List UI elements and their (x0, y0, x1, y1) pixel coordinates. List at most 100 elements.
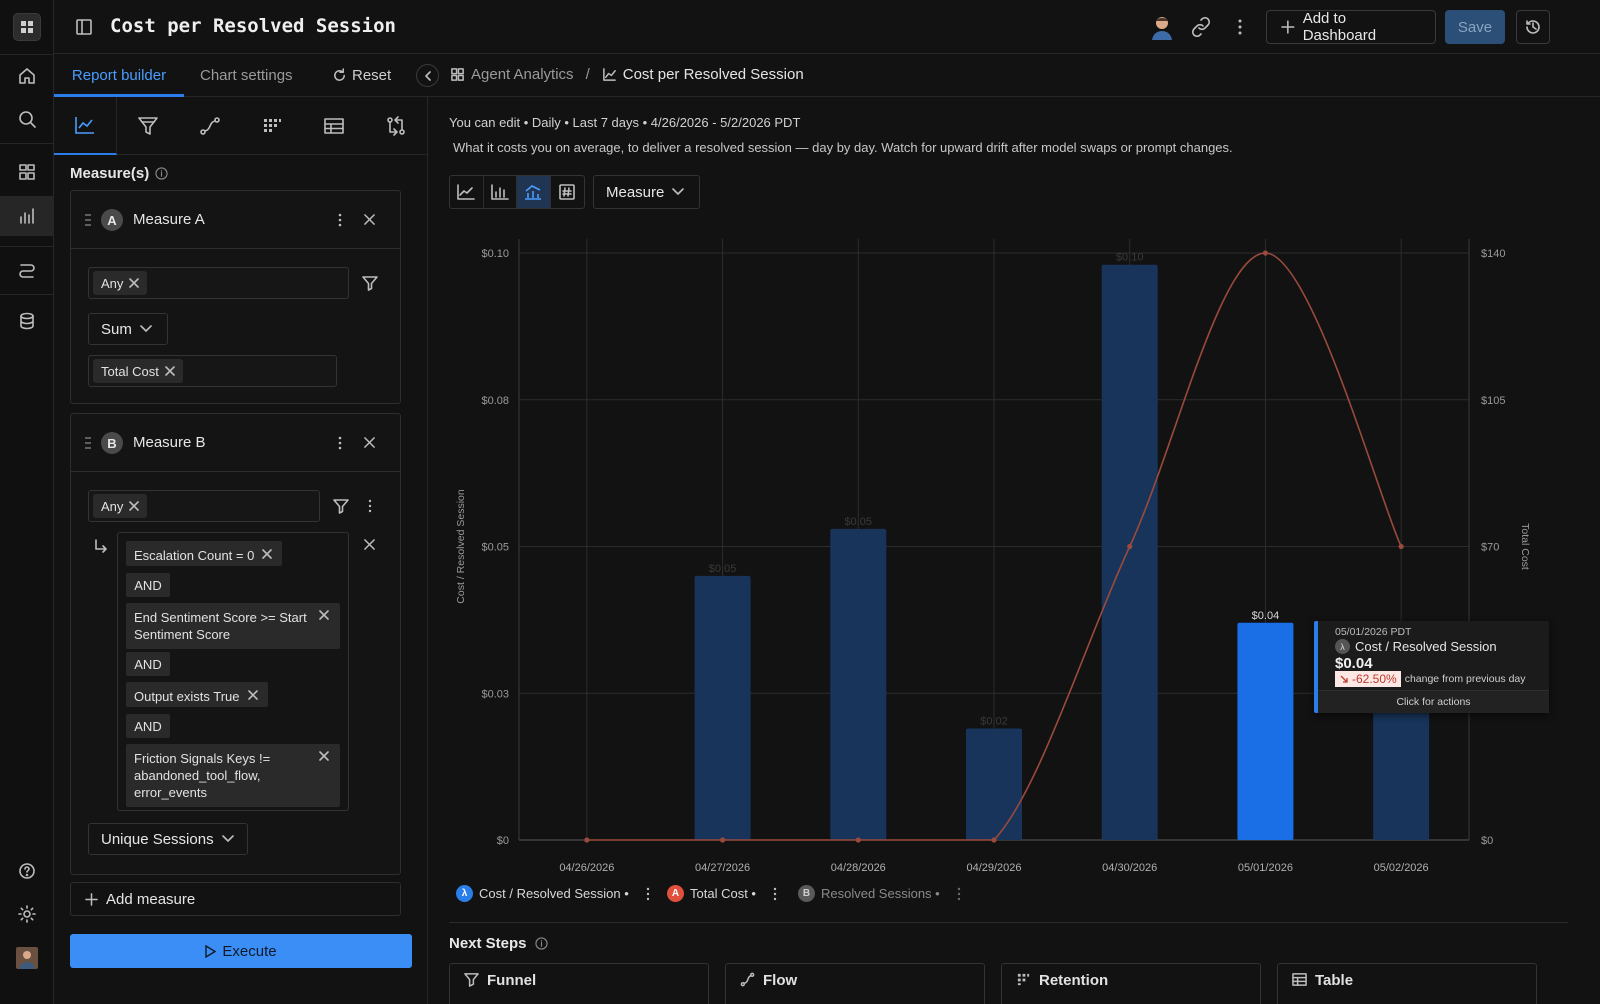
tab-report-builder[interactable]: Report builder (54, 54, 184, 97)
breadcrumb-parent[interactable]: Agent Analytics (471, 66, 574, 83)
more-options-icon[interactable] (1234, 17, 1246, 37)
bar-data-label: $0.05 (845, 516, 873, 528)
user-avatar[interactable] (7, 938, 47, 978)
next-step-funnel[interactable]: Funnel (449, 963, 709, 1004)
funnel-tool-button[interactable] (117, 97, 179, 155)
measure-dropdown[interactable]: Measure (593, 175, 700, 209)
chart-tooltip[interactable]: 05/01/2026 PDT λ Cost / Resolved Session… (1314, 621, 1549, 713)
flows-icon[interactable] (7, 249, 47, 289)
remove-chip-icon[interactable] (165, 366, 175, 376)
bar-data-label: $0.04 (1252, 610, 1280, 622)
tooltip-action[interactable]: Click for actions (1318, 690, 1549, 713)
legend-more-icon[interactable] (956, 887, 962, 901)
combo-chart[interactable]: $0 $0.03 $0.05 $0.08 $0.10 $0 $70 $105 $140 Cost … (429, 227, 1600, 887)
x-tick-label: 04/27/2026 (695, 862, 750, 874)
insights-tool-button[interactable] (54, 97, 117, 155)
total-cost-point (584, 837, 590, 843)
remove-chip-icon[interactable] (129, 501, 140, 511)
add-to-dashboard-button[interactable]: Add to Dashboard (1266, 10, 1436, 44)
lambda-icon: λ (456, 885, 473, 902)
save-button[interactable]: Save (1445, 10, 1505, 44)
app-logo-icon[interactable] (13, 13, 41, 41)
lambda-icon: λ (1335, 639, 1350, 654)
next-step-retention[interactable]: Retention (1001, 963, 1261, 1004)
tab-chart-settings[interactable]: Chart settings (200, 54, 293, 97)
legend-more-icon[interactable] (645, 887, 651, 901)
remove-condition-icon[interactable] (319, 751, 329, 761)
bar-data-label: $0.05 (709, 563, 737, 575)
x-tick-label: 04/29/2026 (966, 862, 1021, 874)
remove-chip-icon[interactable] (129, 278, 140, 288)
legend-item-cost-per-session[interactable]: λ Cost / Resolved Session • (456, 885, 651, 902)
measure-a-property-field[interactable]: Total Cost (88, 355, 337, 387)
and-operator[interactable]: AND (126, 714, 170, 738)
history-button[interactable] (1516, 10, 1550, 44)
filter-condition[interactable]: Escalation Count = 0 (126, 541, 283, 566)
measure-a-aggregation-dropdown[interactable]: Sum (88, 313, 168, 345)
total-cost-point (719, 837, 726, 843)
add-measure-button[interactable]: Add measure (70, 882, 401, 916)
filter-condition[interactable]: End Sentiment Score >= Start Sentiment S… (126, 603, 340, 649)
line-style-button[interactable] (450, 176, 484, 208)
compare-tool-button[interactable] (365, 97, 427, 155)
flow-tool-button[interactable] (179, 97, 241, 155)
remove-condition-icon[interactable] (248, 690, 258, 700)
settings-gear-icon[interactable] (7, 894, 47, 934)
change-badge: -62.50% (1335, 671, 1401, 687)
measure-b-more-icon[interactable] (337, 435, 343, 451)
retention-tool-button[interactable] (241, 97, 303, 155)
report-description: What it costs you on average, to deliver… (453, 140, 1233, 155)
dashboard-grid-icon (451, 68, 464, 81)
measure-a-more-icon[interactable] (337, 212, 343, 228)
bar-style-button[interactable] (484, 176, 517, 208)
y-left-tick-label: $0.08 (481, 395, 509, 407)
measure-a-name[interactable]: Measure A (133, 211, 205, 228)
filter-icon[interactable] (362, 276, 378, 291)
reset-button[interactable]: Reset (332, 54, 391, 97)
legend-item-total-cost[interactable]: A Total Cost • (667, 885, 778, 902)
reset-icon (334, 68, 345, 81)
search-icon[interactable] (7, 99, 47, 139)
measure-b-name[interactable]: Measure B (133, 434, 206, 451)
remove-filter-group-icon[interactable] (363, 538, 376, 551)
combo-style-button[interactable] (517, 176, 551, 208)
collapse-panel-button[interactable] (416, 64, 439, 87)
event-more-icon[interactable] (367, 499, 373, 513)
total-cost-point (991, 837, 997, 843)
filter-condition[interactable]: Friction Signals Keys != abandoned_tool_… (126, 744, 340, 807)
dashboards-icon[interactable] (7, 152, 47, 192)
measure-a-event-field[interactable]: Any (88, 267, 349, 299)
number-style-button[interactable] (551, 176, 584, 208)
measure-a-close-icon[interactable] (363, 213, 376, 226)
plus-icon (85, 892, 98, 906)
table-tool-button[interactable] (303, 97, 365, 155)
execute-button[interactable]: Execute (70, 934, 412, 968)
database-icon[interactable] (7, 301, 47, 341)
owner-avatar[interactable] (1150, 14, 1174, 40)
next-step-flow[interactable]: Flow (725, 963, 985, 1004)
next-step-table[interactable]: Table (1277, 963, 1537, 1004)
sidebar-toggle-icon[interactable] (74, 17, 94, 37)
remove-condition-icon[interactable] (319, 610, 329, 620)
home-icon[interactable] (7, 56, 47, 96)
measure-b-event-field[interactable]: Any (88, 490, 320, 522)
drag-handle-icon[interactable] (84, 213, 92, 227)
legend-more-icon[interactable] (772, 887, 778, 901)
reports-icon[interactable] (0, 196, 53, 236)
and-operator[interactable]: AND (126, 652, 170, 676)
line-chart-icon (75, 117, 94, 134)
legend-item-resolved-sessions[interactable]: B Resolved Sessions • (798, 885, 962, 902)
combo-chart-icon (525, 185, 542, 200)
link-icon[interactable] (1190, 17, 1212, 37)
drag-handle-icon[interactable] (84, 436, 92, 450)
help-icon[interactable] (7, 851, 47, 891)
filter-icon[interactable] (333, 499, 349, 514)
remove-condition-icon[interactable] (262, 549, 272, 559)
measure-b-aggregation-dropdown[interactable]: Unique Sessions (88, 823, 248, 855)
measure-b-close-icon[interactable] (363, 436, 376, 449)
and-operator[interactable]: AND (126, 573, 170, 597)
filter-condition[interactable]: Output exists True (126, 682, 268, 707)
breadcrumb-current: Cost per Resolved Session (622, 66, 804, 83)
measures-section-header: Measure(s) (70, 165, 168, 182)
flow-icon (200, 117, 220, 135)
